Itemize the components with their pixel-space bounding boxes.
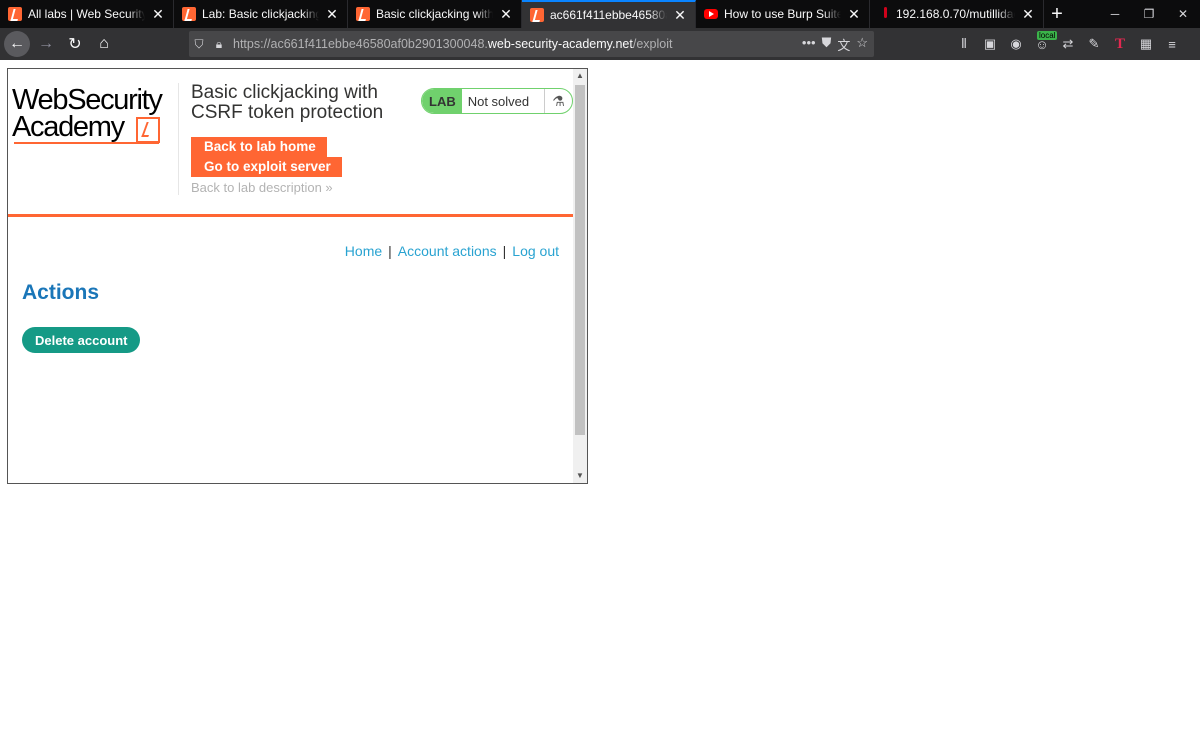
shield-icon[interactable]: ⛉	[189, 37, 209, 52]
portswigger-icon	[182, 7, 196, 21]
address-bar[interactable]: ⛉ 🔒︎ https://ac661f411ebbe46580af0b29013…	[189, 31, 874, 57]
tab-title: Basic clickjacking with CSRF token	[376, 7, 493, 21]
sidebar-icon[interactable]: ▣	[981, 36, 999, 52]
bookmark-star-icon[interactable]: ☆	[856, 35, 868, 54]
translate-icon[interactable]: 文	[837, 35, 850, 54]
separator: |	[388, 243, 392, 259]
header-separator	[8, 214, 574, 217]
tab-youtube[interactable]: How to use Burp Suite projects ✕	[696, 0, 870, 28]
url-text[interactable]: https://ac661f411ebbe46580af0b2901300048…	[229, 37, 802, 51]
url-path: /exploit	[632, 37, 673, 51]
close-tab-icon[interactable]: ✕	[1021, 7, 1035, 21]
extensions-grid-icon[interactable]: ▦	[1137, 36, 1155, 52]
restore-icon[interactable]: ❐	[1132, 0, 1166, 28]
go-to-exploit-server-button[interactable]: Go to exploit server	[191, 157, 342, 177]
back-to-lab-home-button[interactable]: Back to lab home	[191, 137, 327, 157]
scrollbar-thumb[interactable]	[575, 85, 585, 435]
youtube-icon	[704, 9, 718, 19]
home-button[interactable]: ⌂	[91, 31, 117, 57]
tab-all-labs[interactable]: All labs | Web Security Academy ✕	[0, 0, 174, 28]
close-tab-icon[interactable]: ✕	[847, 7, 861, 21]
url-prefix: https://ac661f411ebbe46580af0b2901300048…	[233, 37, 488, 51]
tab-title: All labs | Web Security Academy	[28, 7, 145, 21]
close-tab-icon[interactable]: ✕	[325, 7, 339, 21]
delete-account-button[interactable]: Delete account	[22, 327, 141, 353]
back-button[interactable]: ←	[4, 31, 30, 57]
portswigger-icon	[356, 7, 370, 21]
lab-label: LAB	[422, 89, 462, 113]
url-host: web-security-academy.net	[487, 37, 633, 51]
account-nav: Home | Account actions | Log out	[345, 243, 559, 259]
tab-clickjacking-csrf[interactable]: Basic clickjacking with CSRF token ✕	[348, 0, 522, 28]
translator-extension-icon[interactable]: ✎	[1085, 36, 1103, 52]
lab-title: Basic clickjacking with CSRF token prote…	[191, 82, 384, 123]
tab-strip: All labs | Web Security Academy ✕ Lab: B…	[0, 0, 1200, 28]
account-actions-link[interactable]: Account actions	[398, 243, 497, 259]
tab-title: How to use Burp Suite projects	[724, 7, 841, 21]
window-controls: ─ ❐ ✕	[1098, 0, 1200, 28]
portswigger-icon	[8, 7, 22, 21]
scroll-up-icon[interactable]: ▲	[573, 69, 587, 83]
navigation-bar: ← → ↻ ⌂ ⛉ 🔒︎ https://ac661f411ebbe46580a…	[0, 28, 1200, 60]
close-tab-icon[interactable]: ✕	[673, 8, 687, 22]
scroll-down-icon[interactable]: ▼	[573, 469, 587, 483]
flask-icon: ⚗	[544, 89, 572, 113]
tab-title: Lab: Basic clickjacking with CSRF	[202, 7, 319, 21]
translate-extension-icon[interactable]: ⇄	[1059, 36, 1077, 52]
tab-title: 192.168.0.70/mutillidae/	[896, 7, 1015, 21]
tab-lab-clickjacking[interactable]: Lab: Basic clickjacking with CSRF ✕	[174, 0, 348, 28]
toolbar-right: ⫴ ▣ ◉ ☺ ⇄ ✎ T ▦ ≡	[955, 28, 1181, 60]
library-icon[interactable]: ⫴	[955, 36, 973, 52]
logo-line-1: WebSecurity	[12, 84, 163, 116]
actions-heading: Actions	[22, 281, 100, 304]
reload-button[interactable]: ↻	[62, 31, 88, 57]
web-security-academy-logo[interactable]: WebSecurity Academy	[12, 84, 182, 147]
header-divider	[178, 83, 179, 195]
home-link[interactable]: Home	[345, 243, 382, 259]
back-to-lab-description-link[interactable]: Back to lab description »	[191, 180, 333, 195]
pocket-icon[interactable]: ⛊	[822, 35, 832, 54]
minimize-icon[interactable]: ─	[1098, 0, 1132, 28]
new-tab-button[interactable]: +	[1044, 0, 1070, 28]
menu-icon[interactable]: ≡	[1163, 37, 1181, 52]
lock-icon[interactable]: 🔒︎	[209, 37, 229, 52]
log-out-link[interactable]: Log out	[512, 243, 559, 259]
logo-underline	[14, 142, 159, 144]
page-actions-icon[interactable]: •••	[802, 35, 816, 54]
thermometer-icon	[882, 7, 890, 21]
tab-exploit-active[interactable]: ac661f411ebbe46580af0b2901300048 ✕	[522, 0, 696, 28]
tab-mutillidae[interactable]: 192.168.0.70/mutillidae/ ✕	[870, 0, 1044, 28]
close-window-icon[interactable]: ✕	[1166, 0, 1200, 28]
double-chevron-right-icon: »	[325, 180, 333, 195]
tab-title: ac661f411ebbe46580af0b2901300048	[550, 8, 667, 22]
t-extension-icon[interactable]: T	[1111, 36, 1129, 53]
close-tab-icon[interactable]: ✕	[499, 7, 513, 21]
forward-button[interactable]: →	[33, 31, 59, 57]
description-link-text: Back to lab description	[191, 180, 322, 195]
iframe-viewport: WebSecurity Academy Basic clickjacking w…	[7, 68, 588, 484]
close-tab-icon[interactable]: ✕	[151, 7, 165, 21]
container-badge: local	[1037, 31, 1058, 40]
vertical-scrollbar[interactable]: ▲ ▼	[573, 69, 587, 483]
portswigger-icon	[530, 8, 544, 22]
lab-status-badge: LAB Not solved ⚗	[421, 88, 573, 114]
lightning-bolt-icon	[136, 117, 160, 143]
account-icon[interactable]: ◉	[1007, 36, 1025, 52]
separator: |	[502, 243, 507, 259]
lab-status-text: Not solved	[467, 93, 530, 109]
